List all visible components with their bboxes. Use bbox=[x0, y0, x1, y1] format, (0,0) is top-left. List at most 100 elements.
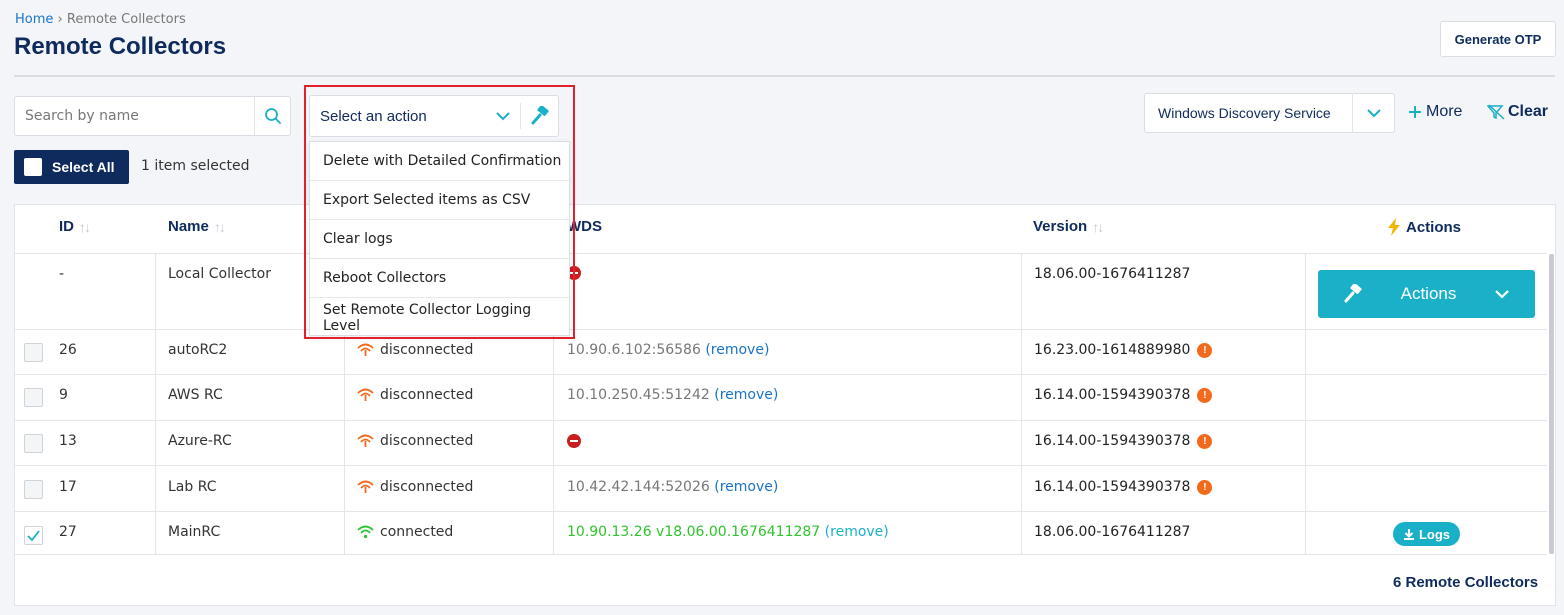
row-version: 16.23.00-1614889980 ! bbox=[1034, 342, 1213, 358]
wds-address: 10.90.6.102:56586 bbox=[567, 342, 701, 358]
row-divider bbox=[15, 511, 1547, 512]
row-id: 13 bbox=[59, 433, 77, 449]
row-name-link[interactable]: autoRC2 bbox=[168, 342, 227, 358]
more-filters-button[interactable]: More bbox=[1408, 103, 1462, 121]
wds-address: 10.90.13.26 v18.06.00.1676411287 bbox=[567, 524, 821, 540]
row-checkbox[interactable] bbox=[24, 388, 43, 407]
row-name-link[interactable]: Lab RC bbox=[168, 479, 217, 495]
row-id: 9 bbox=[59, 387, 68, 403]
action-dropdown-menu: Delete with Detailed Confirmation Export… bbox=[309, 141, 570, 336]
version-text: 16.14.00-1594390378 bbox=[1034, 433, 1191, 449]
menu-item-clear-logs[interactable]: Clear logs bbox=[310, 220, 569, 259]
header-divider bbox=[14, 75, 1555, 77]
table-scrollbar[interactable] bbox=[1549, 254, 1554, 554]
wds-remove-link[interactable]: (remove) bbox=[705, 342, 769, 358]
row-checkbox[interactable] bbox=[24, 434, 43, 453]
search-input[interactable] bbox=[15, 97, 254, 135]
column-header-version[interactable]: Version ↑↓ bbox=[1033, 218, 1104, 235]
wds-filter-select[interactable]: Windows Discovery Service bbox=[1144, 93, 1395, 133]
warning-icon: ! bbox=[1197, 342, 1213, 358]
row-version: 16.14.00-1594390378 ! bbox=[1034, 387, 1213, 403]
breadcrumb-home-link[interactable]: Home bbox=[15, 12, 53, 27]
wifi-disconnected-icon bbox=[357, 343, 374, 356]
more-label: More bbox=[1426, 103, 1463, 120]
version-text: 16.23.00-1614889980 bbox=[1034, 342, 1191, 358]
search-button[interactable] bbox=[254, 97, 290, 135]
header-id-label: ID bbox=[59, 218, 74, 235]
total-count: 6 Remote Collectors bbox=[1393, 574, 1539, 591]
search-icon bbox=[264, 108, 281, 124]
chevron-down-icon bbox=[1469, 289, 1535, 299]
action-select-label: Select an action bbox=[320, 107, 427, 125]
row-status: connected bbox=[357, 524, 453, 540]
wds-remove-link[interactable]: (remove) bbox=[825, 524, 889, 540]
row-id: 27 bbox=[59, 524, 77, 540]
select-all-label: Select All bbox=[52, 159, 115, 175]
row-status: disconnected bbox=[357, 342, 473, 358]
generate-otp-button[interactable]: Generate OTP bbox=[1440, 21, 1556, 57]
sort-icon[interactable]: ↑↓ bbox=[79, 219, 91, 235]
plus-icon bbox=[1409, 106, 1421, 118]
row-wds: 10.42.42.144:52026 (remove) bbox=[567, 479, 778, 495]
select-all-button[interactable]: Select All bbox=[14, 150, 129, 184]
search-box bbox=[14, 96, 291, 136]
wds-remove-link[interactable]: (remove) bbox=[714, 387, 778, 403]
column-header-id[interactable]: ID ↑↓ bbox=[59, 218, 91, 235]
row-wds: 10.10.250.45:51242 (remove) bbox=[567, 387, 778, 403]
wds-filter-label: Windows Discovery Service bbox=[1158, 105, 1331, 121]
row-name-link[interactable]: Azure-RC bbox=[168, 433, 232, 449]
row-checkbox[interactable] bbox=[24, 480, 43, 499]
select-all-checkbox[interactable] bbox=[24, 158, 42, 176]
chevron-down-icon[interactable] bbox=[1352, 93, 1394, 133]
row-name-link[interactable]: MainRC bbox=[168, 524, 220, 540]
apply-action-button[interactable] bbox=[520, 103, 558, 129]
row-version: 16.14.00-1594390378 ! bbox=[1034, 479, 1213, 495]
row-divider bbox=[15, 329, 1547, 330]
page-title: Remote Collectors bbox=[14, 33, 227, 60]
sort-icon[interactable]: ↑↓ bbox=[1092, 219, 1104, 235]
menu-item-delete-detailed[interactable]: Delete with Detailed Confirmation bbox=[310, 142, 569, 181]
row-wds: 10.90.6.102:56586 (remove) bbox=[567, 342, 769, 358]
wds-address: 10.10.250.45:51242 bbox=[567, 387, 710, 403]
logs-label: Logs bbox=[1418, 526, 1451, 542]
check-icon bbox=[27, 530, 40, 542]
version-text: 16.14.00-1594390378 bbox=[1034, 479, 1191, 495]
breadcrumb: Home › Remote Collectors bbox=[15, 12, 186, 27]
row-divider bbox=[15, 253, 1547, 254]
version-text: 18.06.00-1676411287 bbox=[1034, 266, 1191, 282]
row-checkbox[interactable] bbox=[24, 526, 43, 545]
breadcrumb-separator: › bbox=[57, 12, 63, 27]
header-name-label: Name bbox=[168, 218, 209, 235]
row-name-link[interactable]: AWS RC bbox=[168, 387, 223, 403]
download-logs-button[interactable]: Logs bbox=[1393, 522, 1460, 546]
header-actions-label: Actions bbox=[1406, 218, 1462, 236]
menu-item-export-csv[interactable]: Export Selected items as CSV bbox=[310, 181, 569, 220]
menu-item-reboot-collectors[interactable]: Reboot Collectors bbox=[310, 259, 569, 298]
row-status: disconnected bbox=[357, 387, 473, 403]
download-icon bbox=[1403, 529, 1414, 540]
clear-filters-button[interactable]: Clear bbox=[1487, 103, 1548, 121]
wifi-disconnected-icon bbox=[357, 480, 374, 493]
wds-remove-link[interactable]: (remove) bbox=[714, 479, 778, 495]
status-text: disconnected bbox=[380, 342, 474, 358]
row-version: 16.14.00-1594390378 ! bbox=[1034, 433, 1213, 449]
wifi-connected-icon bbox=[357, 525, 374, 539]
row-checkbox[interactable] bbox=[24, 343, 43, 362]
selected-count-text: 1 item selected bbox=[141, 158, 250, 174]
column-divider bbox=[155, 254, 156, 554]
column-header-wds: WDS bbox=[567, 218, 602, 235]
actions-dropdown-button[interactable]: Actions bbox=[1318, 270, 1535, 318]
action-select[interactable]: Select an action bbox=[309, 95, 559, 137]
chevron-down-icon[interactable] bbox=[486, 111, 520, 121]
status-text: disconnected bbox=[380, 479, 474, 495]
warning-icon: ! bbox=[1197, 479, 1213, 495]
status-text: disconnected bbox=[380, 387, 474, 403]
menu-item-set-logging-level[interactable]: Set Remote Collector Logging Level bbox=[310, 298, 569, 337]
row-divider bbox=[15, 465, 1547, 466]
hammer-icon bbox=[1318, 284, 1388, 304]
row-status: disconnected bbox=[357, 479, 473, 495]
status-text: connected bbox=[380, 524, 454, 540]
column-header-name[interactable]: Name ↑↓ bbox=[168, 218, 226, 235]
wifi-disconnected-icon bbox=[357, 434, 374, 447]
sort-icon[interactable]: ↑↓ bbox=[214, 219, 226, 235]
